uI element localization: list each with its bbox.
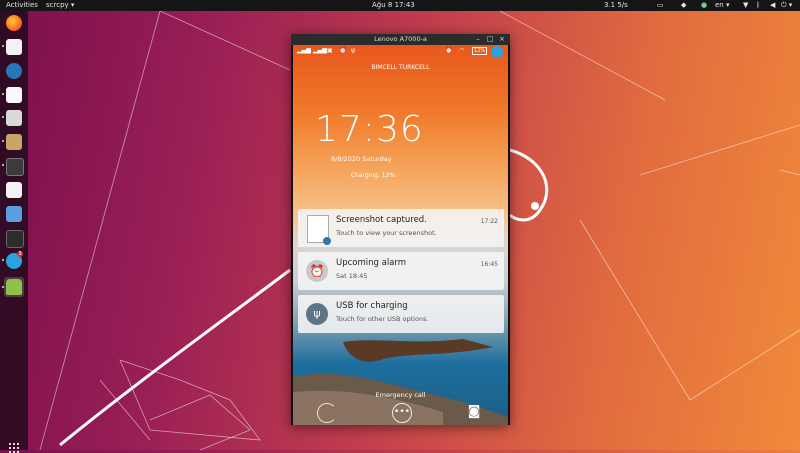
notification-time: 16:45 <box>480 261 498 268</box>
usb-icon: ψ <box>306 303 328 325</box>
alarm-status-icon-2: ⏰ <box>445 47 453 54</box>
dropbox-icon[interactable]: ◆ <box>681 0 686 11</box>
notification-subtitle: Touch for other USB options. <box>336 315 429 323</box>
close-button[interactable]: × <box>497 34 507 45</box>
charging-status: Charging, 12% <box>350 172 396 179</box>
notification-title: Screenshot captured. <box>336 215 427 225</box>
scrcpy-window[interactable]: Lenovo A7000-a – □ × ▂▄▆ ▂▄▆ ▣ ⏰ ψ ⏰ ◠ 1… <box>291 34 510 425</box>
lockscreen-date: 8/8/2020 Saturday <box>331 155 392 163</box>
image-icon: ▣ <box>327 47 333 54</box>
battery-indicator: 12% <box>472 47 488 55</box>
screenshot-tool-icon[interactable] <box>6 182 22 198</box>
indicator-icon[interactable]: ▭ <box>657 0 664 11</box>
emergency-call-button[interactable]: Emergency call <box>293 391 508 399</box>
window-titlebar[interactable]: Lenovo A7000-a – □ × <box>291 34 510 45</box>
running-indicator <box>2 45 4 47</box>
screenshot-thumbnail-icon <box>307 215 331 245</box>
running-indicator <box>2 116 4 118</box>
wifi-status-icon: ◠ <box>459 47 465 54</box>
notification-badge: 3 <box>17 251 23 257</box>
bluetooth-icon: ᛒ <box>756 1 761 9</box>
phone-call-icon[interactable] <box>317 403 337 423</box>
running-indicator <box>2 164 4 166</box>
phone-status-bar: ▂▄▆ ▂▄▆ ▣ ⏰ ψ ⏰ ◠ 12% <box>293 45 508 59</box>
lang-indicator[interactable]: en ▾ <box>715 0 730 11</box>
running-indicator <box>2 286 4 288</box>
notification-alarm[interactable]: ⏰ Upcoming alarm Sat 18:45 16:45 <box>298 252 504 290</box>
terminal-icon[interactable] <box>6 158 24 176</box>
network-speed: 3.1 5/s <box>604 1 628 9</box>
wifi-icon: ▼ <box>743 1 749 9</box>
firefox-icon[interactable] <box>6 15 22 31</box>
clock[interactable]: Ağu 8 17:43 <box>372 0 415 11</box>
lang-label: en <box>715 1 724 9</box>
maximize-button[interactable]: □ <box>485 34 495 45</box>
typora-icon[interactable] <box>6 39 22 55</box>
files-icon[interactable] <box>6 110 22 126</box>
vpn-icon[interactable]: ● <box>701 0 707 11</box>
usb-status-icon: ψ <box>351 47 355 54</box>
notification-time: 17:22 <box>480 218 498 225</box>
notification-title: USB for charging <box>336 301 408 311</box>
alarm-status-icon: ⏰ <box>339 47 347 54</box>
power-icon[interactable]: ⏻ ▾ <box>781 0 792 11</box>
signal-icon-2: ▂▄▆ <box>313 47 327 54</box>
image-badge-icon <box>323 237 331 245</box>
dock: 3 <box>0 11 28 453</box>
notification-title: Upcoming alarm <box>336 258 407 268</box>
notification-subtitle: Touch to view your screenshot. <box>336 229 437 237</box>
signal-icon: ▂▄▆ <box>297 47 311 54</box>
activities-button[interactable]: Activities <box>6 0 38 11</box>
notification-subtitle: Sat 18:45 <box>336 272 368 280</box>
archive-icon[interactable] <box>6 134 22 150</box>
text-editor-icon[interactable] <box>6 87 22 103</box>
alarm-clock-icon: ⏰ <box>306 260 328 282</box>
chevron-down-icon: ▾ <box>70 1 75 9</box>
camera-icon[interactable]: ◙ <box>465 403 483 421</box>
running-indicator <box>2 93 4 95</box>
android-icon[interactable] <box>6 279 22 295</box>
carrier-names: BIMCELL TURKCELL <box>371 64 430 71</box>
notification-screenshot[interactable]: Screenshot captured. Touch to view your … <box>298 209 504 247</box>
top-bar: Activities scrcpy ▾ Ağu 8 17:43 3.1 5/s … <box>0 0 800 11</box>
phone-lockscreen[interactable]: ▂▄▆ ▂▄▆ ▣ ⏰ ψ ⏰ ◠ 12% BIMCELL TURKCELL 1… <box>293 45 508 425</box>
avatar[interactable] <box>491 46 503 58</box>
app-menu[interactable]: scrcpy ▾ <box>46 0 74 11</box>
system-monitor-icon[interactable] <box>6 230 24 248</box>
wordpress-icon[interactable] <box>6 63 22 79</box>
lockscreen-clock: 17:36 <box>315 109 424 150</box>
notification-usb[interactable]: ψ USB for charging Touch for other USB o… <box>298 295 504 333</box>
calculator-icon[interactable] <box>6 206 22 222</box>
app-menu-label: scrcpy <box>46 1 69 9</box>
more-options-icon[interactable]: ••• <box>392 403 412 423</box>
running-indicator <box>2 259 4 261</box>
show-apps-grid-icon[interactable] <box>9 443 19 453</box>
minimize-button[interactable]: – <box>473 34 483 45</box>
running-indicator <box>2 140 4 142</box>
volume-icon: ◀ <box>770 1 776 9</box>
